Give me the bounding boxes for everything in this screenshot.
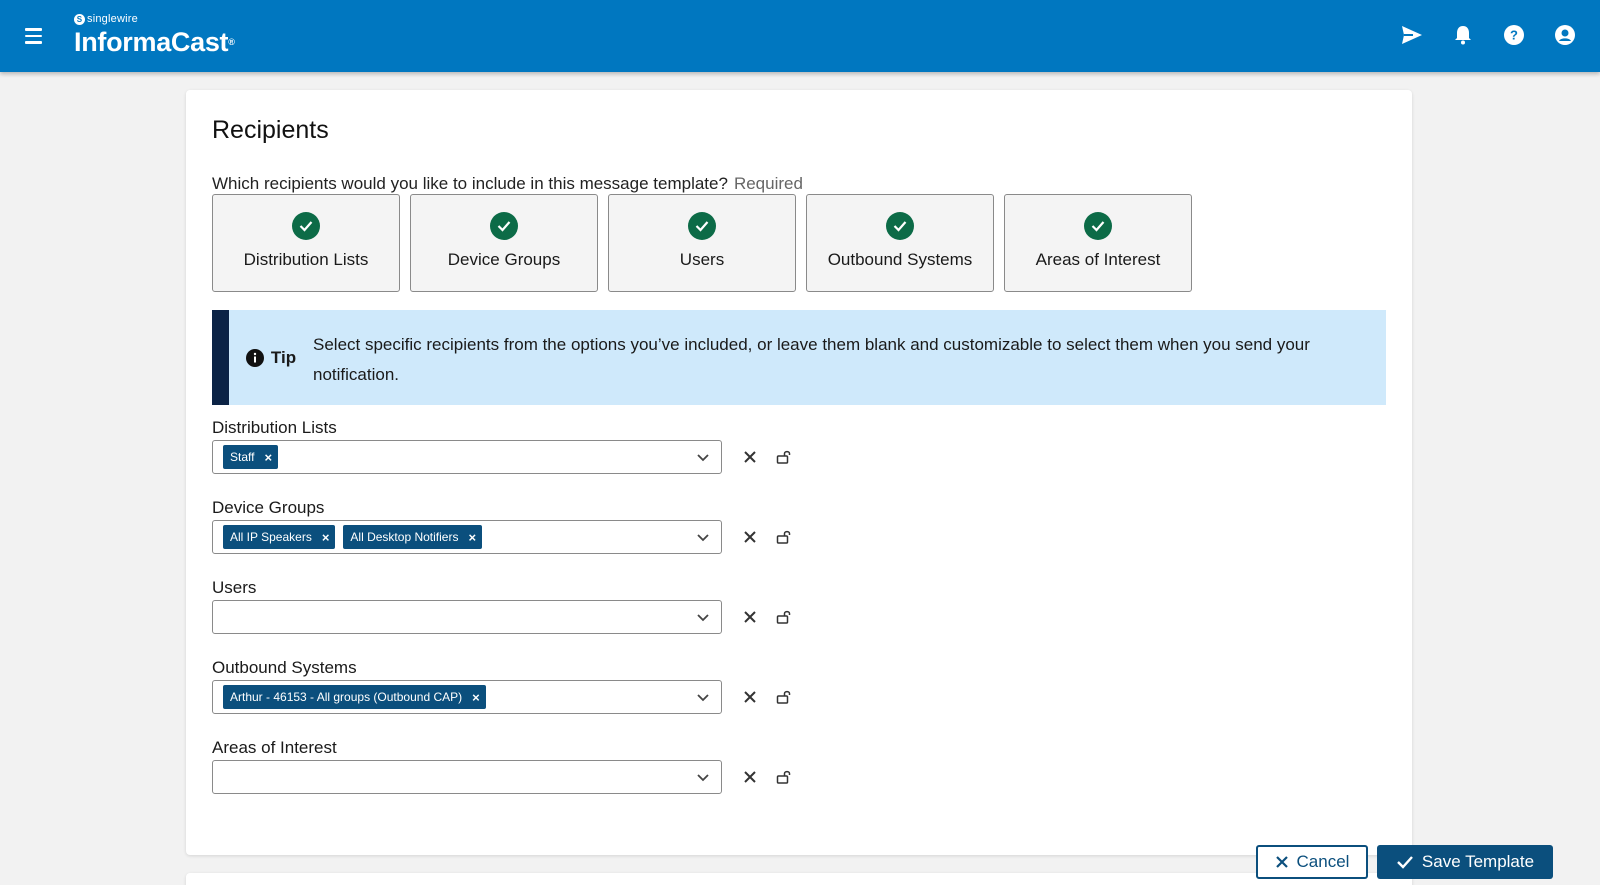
tip-callout: Tip Select specific recipients from the …: [212, 310, 1386, 405]
next-section-card: [186, 873, 1412, 885]
type-tile-label: Device Groups: [447, 250, 561, 269]
send-icon[interactable]: [1399, 22, 1425, 48]
field-label: Areas of Interest: [212, 738, 337, 757]
recipient-type-selector: Distribution Lists Device Groups Users O…: [212, 194, 1192, 292]
brand-title: InformaCast®: [74, 27, 235, 57]
cancel-button[interactable]: Cancel: [1256, 845, 1368, 879]
type-tile-label: Outbound Systems: [827, 250, 973, 269]
clear-icon[interactable]: [738, 445, 762, 469]
device-groups-select[interactable]: All IP Speakers × All Desktop Notifiers ×: [212, 520, 722, 554]
type-tile-label: Users: [679, 250, 725, 269]
chip-remove-icon[interactable]: ×: [472, 690, 480, 705]
chevron-down-icon[interactable]: [696, 770, 710, 784]
field-label: Distribution Lists: [212, 418, 337, 437]
clear-icon[interactable]: [738, 765, 762, 789]
tip-accent-bar: [212, 310, 229, 405]
check-circle-icon: [292, 212, 320, 240]
unlock-icon[interactable]: [772, 445, 796, 469]
field-users: Users: [212, 577, 796, 634]
tip-heading: Tip: [229, 310, 313, 405]
check-circle-icon: [688, 212, 716, 240]
clear-icon[interactable]: [738, 685, 762, 709]
selected-chip: Arthur - 46153 - All groups (Outbound CA…: [223, 685, 486, 709]
top-app-bar: Ssinglewire InformaCast® ?: [0, 0, 1600, 72]
distribution-lists-select[interactable]: Staff ×: [212, 440, 722, 474]
recipients-question: Which recipients would you like to inclu…: [212, 174, 803, 193]
chip-remove-icon[interactable]: ×: [264, 450, 272, 465]
clear-icon[interactable]: [738, 525, 762, 549]
check-circle-icon: [1084, 212, 1112, 240]
unlock-icon[interactable]: [772, 765, 796, 789]
field-distribution-lists: Distribution Lists Staff ×: [212, 417, 796, 474]
field-label: Outbound Systems: [212, 658, 357, 677]
tip-text: Select specific recipients from the opti…: [313, 335, 1310, 384]
info-icon: [245, 348, 264, 367]
brand-logo[interactable]: Ssinglewire InformaCast®: [74, 12, 235, 58]
unlock-icon[interactable]: [772, 605, 796, 629]
check-icon: [1397, 856, 1413, 869]
help-icon[interactable]: ?: [1501, 22, 1527, 48]
check-circle-icon: [886, 212, 914, 240]
account-icon[interactable]: [1552, 22, 1578, 48]
bell-icon[interactable]: [1450, 22, 1476, 48]
required-label: Required: [733, 174, 803, 193]
header-actions: ?: [1399, 22, 1578, 48]
type-tile-device-groups[interactable]: Device Groups: [410, 194, 598, 292]
chevron-down-icon[interactable]: [696, 530, 710, 544]
selected-chip: All Desktop Notifiers ×: [343, 525, 483, 549]
close-icon: [1275, 856, 1288, 868]
type-tile-distribution-lists[interactable]: Distribution Lists: [212, 194, 400, 292]
outbound-systems-select[interactable]: Arthur - 46153 - All groups (Outbound CA…: [212, 680, 722, 714]
field-device-groups: Device Groups All IP Speakers × All Deskt…: [212, 497, 796, 554]
clear-icon[interactable]: [738, 605, 762, 629]
field-outbound-systems: Outbound Systems Arthur - 46153 - All gr…: [212, 657, 796, 714]
type-tile-areas-of-interest[interactable]: Areas of Interest: [1004, 194, 1192, 292]
field-label: Device Groups: [212, 498, 325, 517]
type-tile-outbound-systems[interactable]: Outbound Systems: [806, 194, 994, 292]
selected-chip: Staff ×: [223, 445, 279, 469]
unlock-icon[interactable]: [772, 685, 796, 709]
areas-of-interest-select[interactable]: [212, 760, 722, 794]
save-template-button[interactable]: Save Template: [1377, 845, 1553, 879]
check-circle-icon: [490, 212, 518, 240]
chevron-down-icon[interactable]: [696, 610, 710, 624]
chip-remove-icon[interactable]: ×: [468, 530, 476, 545]
type-tile-label: Areas of Interest: [1035, 250, 1161, 269]
chip-remove-icon[interactable]: ×: [322, 530, 330, 545]
page-title: Recipients: [212, 116, 329, 144]
singlewire-logo-icon: S: [74, 13, 85, 25]
selected-chip: All IP Speakers ×: [223, 525, 336, 549]
type-tile-label: Distribution Lists: [243, 250, 369, 269]
menu-icon[interactable]: [22, 24, 48, 48]
svg-text:?: ?: [1510, 28, 1518, 43]
field-areas-of-interest: Areas of Interest: [212, 737, 796, 794]
field-label: Users: [212, 578, 257, 597]
users-select[interactable]: [212, 600, 722, 634]
brand-subtitle: Ssinglewire: [74, 12, 235, 26]
unlock-icon[interactable]: [772, 525, 796, 549]
type-tile-users[interactable]: Users: [608, 194, 796, 292]
chevron-down-icon[interactable]: [696, 690, 710, 704]
chevron-down-icon[interactable]: [696, 450, 710, 464]
recipients-card: Recipients Which recipients would you li…: [186, 90, 1412, 855]
